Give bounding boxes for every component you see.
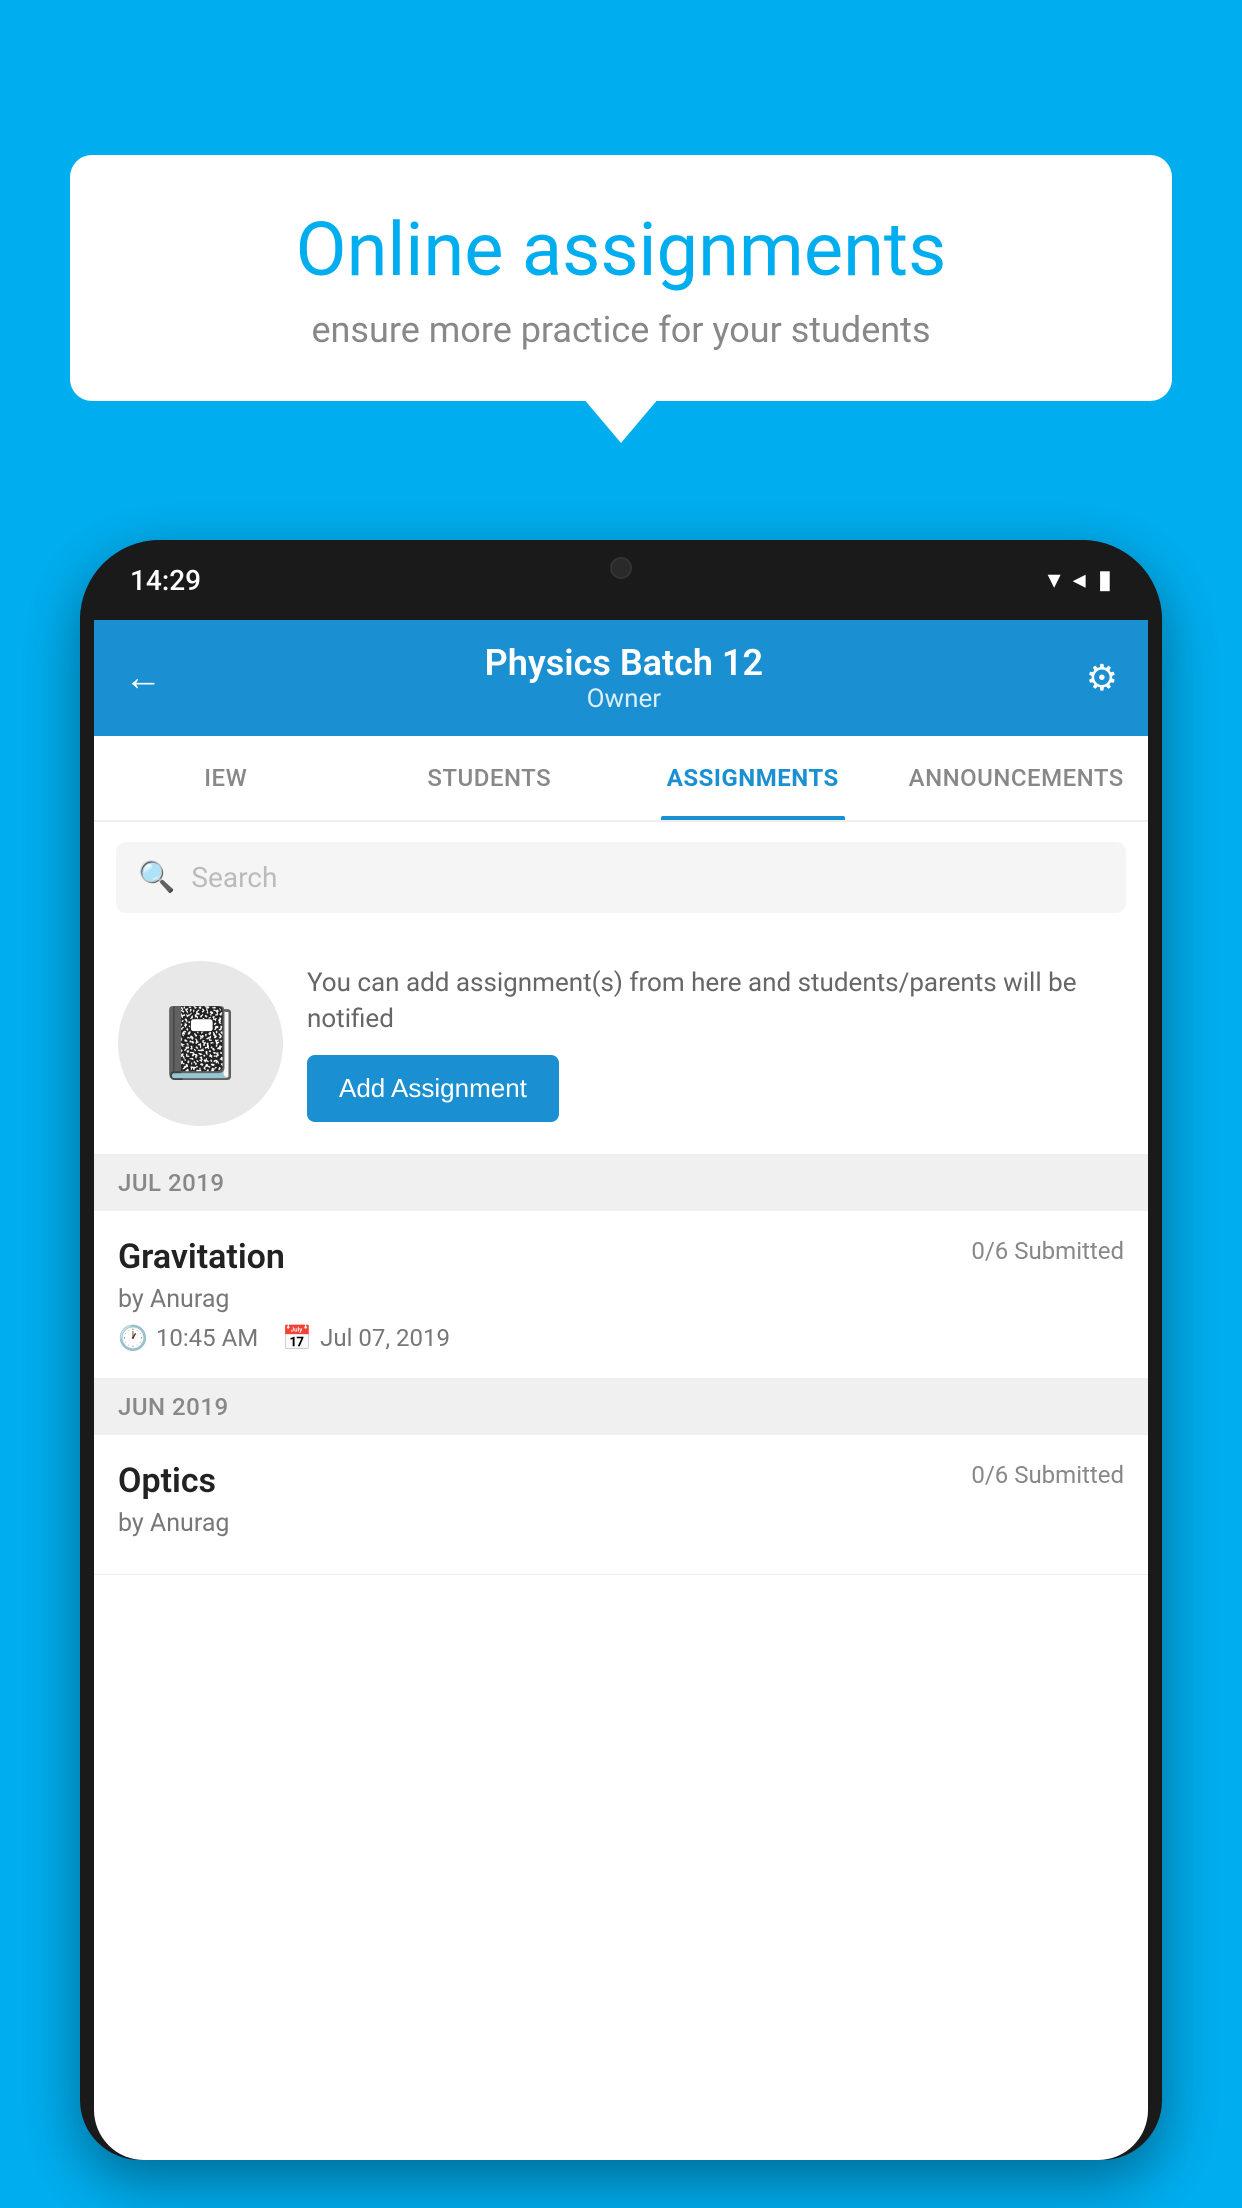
assignment-header-optics: Optics 0/6 Submitted (118, 1461, 1124, 1501)
header-title: Physics Batch 12 (162, 642, 1086, 684)
assignment-submitted: 0/6 Submitted (971, 1237, 1124, 1265)
assignment-date: 📅 Jul 07, 2019 (282, 1324, 450, 1352)
header-subtitle: Owner (162, 684, 1086, 714)
status-bar: 14:29 ▾ ◂ ▮ (80, 540, 1162, 620)
search-container: 🔍 Search (94, 822, 1148, 933)
assignment-time: 🕐 10:45 AM (118, 1324, 258, 1352)
optics-author: by Anurag (118, 1509, 1124, 1538)
promo-section: 📓 You can add assignment(s) from here an… (94, 933, 1148, 1155)
phone-screen: ← Physics Batch 12 Owner ⚙ IEW STUDENTS … (94, 620, 1148, 2160)
search-icon: 🔍 (138, 860, 175, 895)
camera-dot (610, 557, 632, 579)
phone-device: 14:29 ▾ ◂ ▮ ← Physics Batch 12 Owner ⚙ (80, 540, 1162, 2160)
calendar-icon: 📅 (282, 1324, 312, 1352)
assignment-author: by Anurag (118, 1285, 1124, 1314)
month-separator-jul: JUL 2019 (94, 1155, 1148, 1211)
status-time: 14:29 (130, 564, 201, 597)
tab-assignments[interactable]: ASSIGNMENTS (621, 736, 885, 820)
battery-icon: ▮ (1098, 565, 1112, 595)
header-title-area: Physics Batch 12 Owner (162, 642, 1086, 714)
bubble-subtitle: ensure more practice for your students (130, 309, 1112, 351)
speech-bubble: Online assignments ensure more practice … (70, 155, 1172, 401)
assignment-header: Gravitation 0/6 Submitted (118, 1237, 1124, 1277)
promo-text-area: You can add assignment(s) from here and … (307, 965, 1124, 1123)
settings-icon[interactable]: ⚙ (1086, 657, 1118, 699)
speech-bubble-container: Online assignments ensure more practice … (70, 155, 1172, 401)
optics-title: Optics (118, 1461, 216, 1501)
add-assignment-button[interactable]: Add Assignment (307, 1055, 559, 1122)
assignment-title: Gravitation (118, 1237, 285, 1277)
tab-iew[interactable]: IEW (94, 736, 358, 820)
signal-icon: ◂ (1073, 565, 1086, 595)
tab-announcements[interactable]: ANNOUNCEMENTS (885, 736, 1149, 820)
search-placeholder: Search (191, 861, 277, 894)
promo-icon-circle: 📓 (118, 961, 283, 1126)
tab-students[interactable]: STUDENTS (358, 736, 622, 820)
phone-notch (521, 540, 721, 595)
notebook-icon: 📓 (157, 1003, 244, 1085)
status-icons: ▾ ◂ ▮ (1048, 565, 1112, 595)
phone-container: 14:29 ▾ ◂ ▮ ← Physics Batch 12 Owner ⚙ (80, 540, 1162, 2208)
assignment-item-optics[interactable]: Optics 0/6 Submitted by Anurag (94, 1435, 1148, 1575)
clock-icon: 🕐 (118, 1324, 148, 1352)
app-header: ← Physics Batch 12 Owner ⚙ (94, 620, 1148, 736)
tabs-bar: IEW STUDENTS ASSIGNMENTS ANNOUNCEMENTS (94, 736, 1148, 822)
back-button[interactable]: ← (124, 656, 162, 700)
search-bar[interactable]: 🔍 Search (116, 842, 1126, 913)
wifi-icon: ▾ (1048, 565, 1061, 595)
optics-submitted: 0/6 Submitted (971, 1461, 1124, 1489)
assignment-item-gravitation[interactable]: Gravitation 0/6 Submitted by Anurag 🕐 10… (94, 1211, 1148, 1379)
bubble-title: Online assignments (130, 210, 1112, 291)
promo-description: You can add assignment(s) from here and … (307, 965, 1124, 1038)
month-separator-jun: JUN 2019 (94, 1379, 1148, 1435)
assignment-meta: 🕐 10:45 AM 📅 Jul 07, 2019 (118, 1324, 1124, 1352)
